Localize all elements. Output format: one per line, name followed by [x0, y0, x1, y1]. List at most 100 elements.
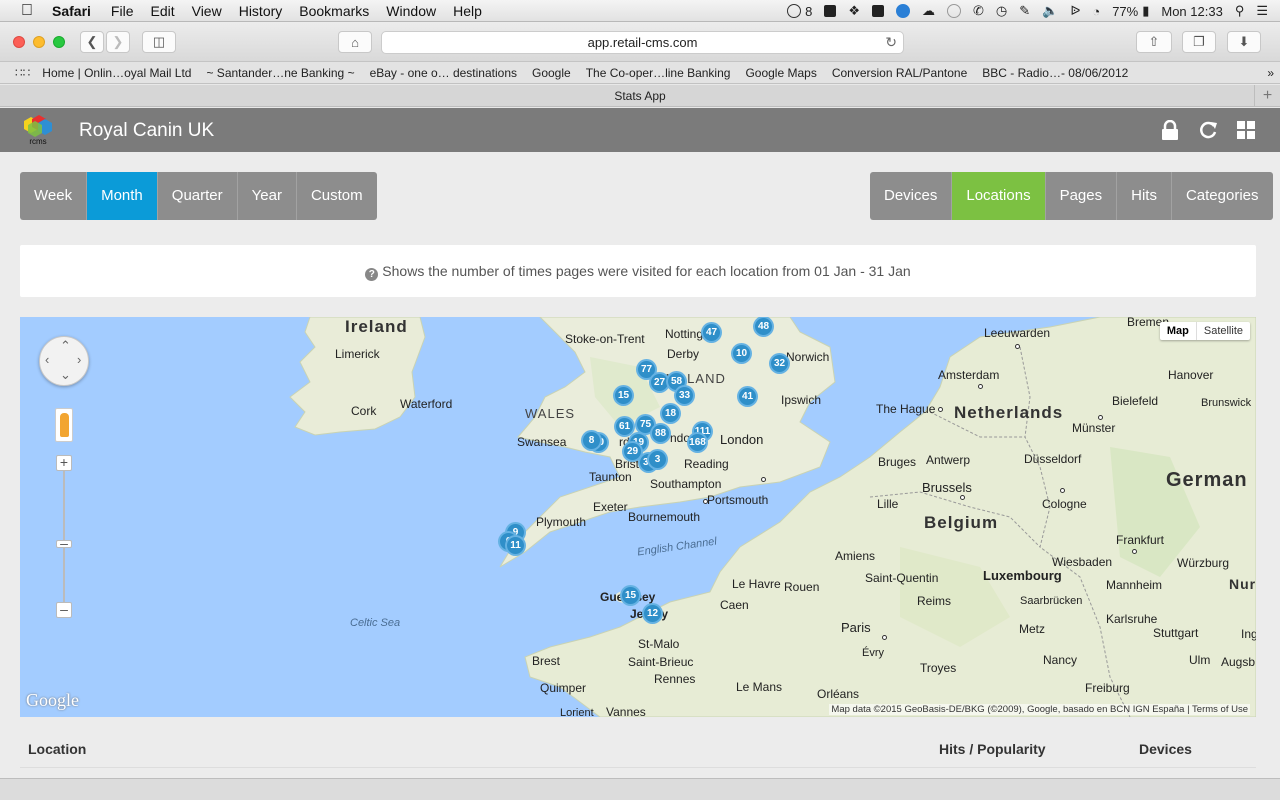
- view-categories-button[interactable]: Categories: [1171, 172, 1273, 220]
- clock[interactable]: Mon 12:33: [1161, 4, 1222, 19]
- view-pages-button[interactable]: Pages: [1045, 172, 1118, 220]
- menu-window[interactable]: Window: [386, 3, 436, 19]
- share-button[interactable]: ⇧: [1136, 31, 1172, 53]
- location-map[interactable]: Ireland Limerick Cork Waterford WALES Sw…: [20, 317, 1256, 717]
- visit-cluster[interactable]: 47: [701, 322, 722, 343]
- notification-center-icon[interactable]: ☰: [1256, 3, 1268, 19]
- map-label: Le Mans: [736, 680, 783, 694]
- bookmark-santander[interactable]: ~ Santander…ne Banking ~: [206, 66, 354, 80]
- apple-icon[interactable]: : [18, 2, 36, 20]
- bookmark-google[interactable]: Google: [532, 66, 571, 80]
- pan-left-icon[interactable]: ‹: [45, 352, 49, 367]
- visit-cluster[interactable]: 88: [650, 423, 671, 444]
- forward-button[interactable]: ❯: [106, 31, 130, 53]
- view-locations-button[interactable]: Locations: [952, 172, 1046, 220]
- battery-icon[interactable]: ▮: [1142, 3, 1149, 19]
- wifi-icon[interactable]: ◔: [1092, 4, 1100, 19]
- lock-icon[interactable]: [1160, 120, 1180, 140]
- spotlight-icon[interactable]: ⚲: [1235, 3, 1245, 19]
- phone-icon[interactable]: ✆: [973, 3, 984, 19]
- street-view-pegman-icon[interactable]: [55, 408, 73, 442]
- tabs-overview-button[interactable]: ❐: [1182, 31, 1216, 53]
- menu-app-name[interactable]: Safari: [52, 3, 91, 19]
- chat-icon[interactable]: [946, 4, 961, 18]
- google-logo[interactable]: Google: [26, 690, 79, 711]
- period-month-button[interactable]: Month: [87, 172, 158, 220]
- bluetooth-icon[interactable]: ᐉ: [1070, 3, 1080, 19]
- visit-cluster[interactable]: 15: [613, 385, 634, 406]
- grid-icon[interactable]: [1236, 120, 1256, 140]
- view-hits-button[interactable]: Hits: [1117, 172, 1172, 220]
- terms-of-use-link[interactable]: Terms of Use: [1192, 704, 1248, 715]
- period-custom-button[interactable]: Custom: [296, 172, 377, 220]
- back-button[interactable]: ❮: [80, 31, 104, 53]
- time-machine-icon[interactable]: ◷: [996, 3, 1007, 19]
- bookmark-ebay[interactable]: eBay - one o… destinations: [370, 66, 517, 80]
- volume-icon[interactable]: 🔈: [1042, 3, 1058, 19]
- visit-cluster[interactable]: 11: [505, 535, 526, 556]
- visit-cluster[interactable]: 8: [581, 430, 602, 451]
- dropbox-icon[interactable]: ❖: [848, 3, 860, 19]
- map-type-satellite-button[interactable]: Satellite: [1197, 322, 1250, 340]
- bookmark-royal-mail[interactable]: Home | Onlin…oyal Mail Ltd: [42, 66, 191, 80]
- zoom-out-button[interactable]: –: [56, 602, 72, 618]
- visit-cluster[interactable]: 3: [647, 449, 668, 470]
- menu-help[interactable]: Help: [453, 3, 482, 19]
- zoom-window-button[interactable]: [53, 36, 65, 48]
- evernote-icon[interactable]: [824, 5, 837, 17]
- bookmark-bbc-radio[interactable]: BBC - Radio…- 08/06/2012: [982, 66, 1128, 80]
- minimize-window-button[interactable]: [33, 36, 45, 48]
- period-quarter-button[interactable]: Quarter: [157, 172, 238, 220]
- sync-icon[interactable]: [787, 4, 802, 18]
- rcms-logo[interactable]: rcms: [18, 115, 58, 146]
- visit-cluster[interactable]: 15: [620, 585, 641, 606]
- view-devices-button[interactable]: Devices: [870, 172, 953, 220]
- column-hits-popularity[interactable]: Hits / Popularity: [939, 741, 1046, 757]
- adobe-icon[interactable]: [871, 5, 884, 17]
- city-dot: [938, 407, 943, 412]
- close-window-button[interactable]: [13, 36, 25, 48]
- skype-icon[interactable]: [895, 4, 910, 18]
- locations-table-header: Location Hits / Popularity Devices: [20, 733, 1256, 768]
- menu-edit[interactable]: Edit: [150, 3, 174, 19]
- period-week-button[interactable]: Week: [20, 172, 88, 220]
- visit-cluster[interactable]: 33: [674, 385, 695, 406]
- visit-cluster[interactable]: 48: [753, 317, 774, 337]
- home-button[interactable]: ⌂: [338, 31, 372, 53]
- visit-cluster[interactable]: 32: [769, 353, 790, 374]
- downloads-button[interactable]: ⬇: [1227, 31, 1261, 53]
- bookmark-google-maps[interactable]: Google Maps: [745, 66, 816, 80]
- address-bar[interactable]: app.retail-cms.com ↻: [381, 31, 904, 54]
- pan-down-icon[interactable]: ⌄: [60, 367, 71, 383]
- pan-up-icon[interactable]: ⌃: [60, 338, 71, 354]
- column-devices[interactable]: Devices: [1139, 741, 1192, 757]
- top-sites-icon[interactable]: ∷∷: [15, 66, 30, 80]
- menu-view[interactable]: View: [192, 3, 222, 19]
- sidebar-button[interactable]: ◫: [142, 31, 176, 53]
- pan-right-icon[interactable]: ›: [77, 352, 81, 367]
- visit-cluster[interactable]: 168: [687, 432, 708, 453]
- zoom-slider-handle[interactable]: –: [56, 536, 72, 550]
- tab-stats-app[interactable]: Stats App: [614, 89, 665, 103]
- new-tab-button[interactable]: +: [1254, 85, 1280, 107]
- menu-history[interactable]: History: [239, 3, 283, 19]
- pen-icon[interactable]: ✎: [1019, 3, 1030, 19]
- bookmark-ral-pantone[interactable]: Conversion RAL/Pantone: [832, 66, 967, 80]
- column-location[interactable]: Location: [28, 741, 86, 757]
- map-label: Cork: [351, 404, 377, 418]
- refresh-icon[interactable]: [1198, 120, 1218, 140]
- visit-cluster[interactable]: 10: [731, 343, 752, 364]
- pan-control[interactable]: ⌃ ⌄ ‹ ›: [39, 336, 89, 386]
- visit-cluster[interactable]: 41: [737, 386, 758, 407]
- more-bookmarks-icon[interactable]: »: [1267, 66, 1274, 80]
- cloud-icon[interactable]: ☁: [922, 3, 935, 19]
- menu-file[interactable]: File: [111, 3, 134, 19]
- visit-cluster[interactable]: 12: [642, 603, 663, 624]
- zoom-in-button[interactable]: +: [56, 455, 72, 471]
- map-type-map-button[interactable]: Map: [1160, 322, 1197, 340]
- menu-bookmarks[interactable]: Bookmarks: [299, 3, 369, 19]
- visit-cluster[interactable]: 18: [660, 403, 681, 424]
- bookmark-co-op[interactable]: The Co-oper…line Banking: [586, 66, 731, 80]
- period-year-button[interactable]: Year: [237, 172, 297, 220]
- reload-icon[interactable]: ↻: [885, 32, 897, 53]
